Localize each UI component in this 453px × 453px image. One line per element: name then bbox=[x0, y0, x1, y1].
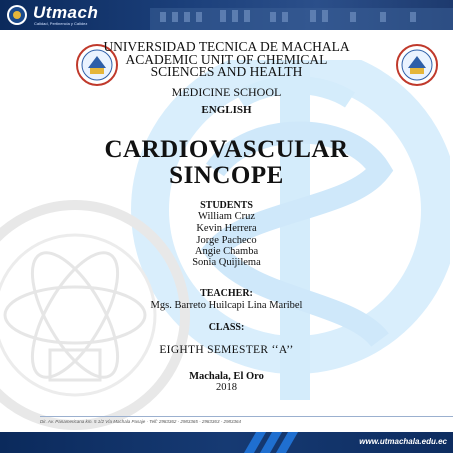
building-photo bbox=[150, 8, 453, 30]
university-line-3: SCIENCES AND HEALTH bbox=[150, 64, 303, 79]
school-name: MEDICINE SCHOOL bbox=[171, 85, 282, 99]
brand-name: Utmach bbox=[33, 3, 99, 22]
students-label: STUDENTS bbox=[200, 200, 253, 211]
year: 2018 bbox=[216, 382, 237, 393]
teacher-label: TEACHER: bbox=[200, 288, 253, 299]
footer-divider bbox=[40, 416, 453, 417]
student-name: William Cruz bbox=[197, 211, 256, 222]
brand-subtitle: Calidad, Pertinencia y Calidez bbox=[34, 21, 88, 26]
student-name: Jorge Pacheco bbox=[196, 235, 257, 246]
location: Machala, El Oro bbox=[189, 371, 264, 382]
footer-website-link[interactable]: www.utmachala.edu.ec bbox=[359, 437, 447, 446]
utmach-logo-icon bbox=[7, 5, 27, 25]
title-line-2: SINCOPE bbox=[169, 162, 284, 189]
subject-name: ENGLISH bbox=[201, 104, 252, 116]
cover-page: Utmach Calidad, Pertinencia y Calidez UN… bbox=[0, 0, 453, 453]
header-banner: Utmach Calidad, Pertinencia y Calidez bbox=[0, 0, 453, 30]
student-name: Sonia Quijilema bbox=[192, 257, 261, 268]
class-value: EIGHTH SEMESTER ‘‘A’’ bbox=[159, 344, 294, 356]
class-label: CLASS: bbox=[208, 322, 245, 333]
university-name: UNIVERSIDAD TECNICA DE MACHALA ACADEMIC … bbox=[0, 40, 453, 79]
footer-address: Dir. Av. Panamericana km. 5 1/2 Vía Mach… bbox=[40, 419, 241, 424]
student-name: Kevin Herrera bbox=[196, 223, 257, 234]
student-name: Angie Chamba bbox=[194, 246, 259, 257]
title-line-1: CARDIOVASCULAR bbox=[104, 136, 349, 163]
teacher-name: Mgs. Barreto Huilcapi Lina Maribel bbox=[150, 300, 303, 311]
document-title: CARDIOVASCULAR SINCOPE bbox=[0, 137, 453, 189]
